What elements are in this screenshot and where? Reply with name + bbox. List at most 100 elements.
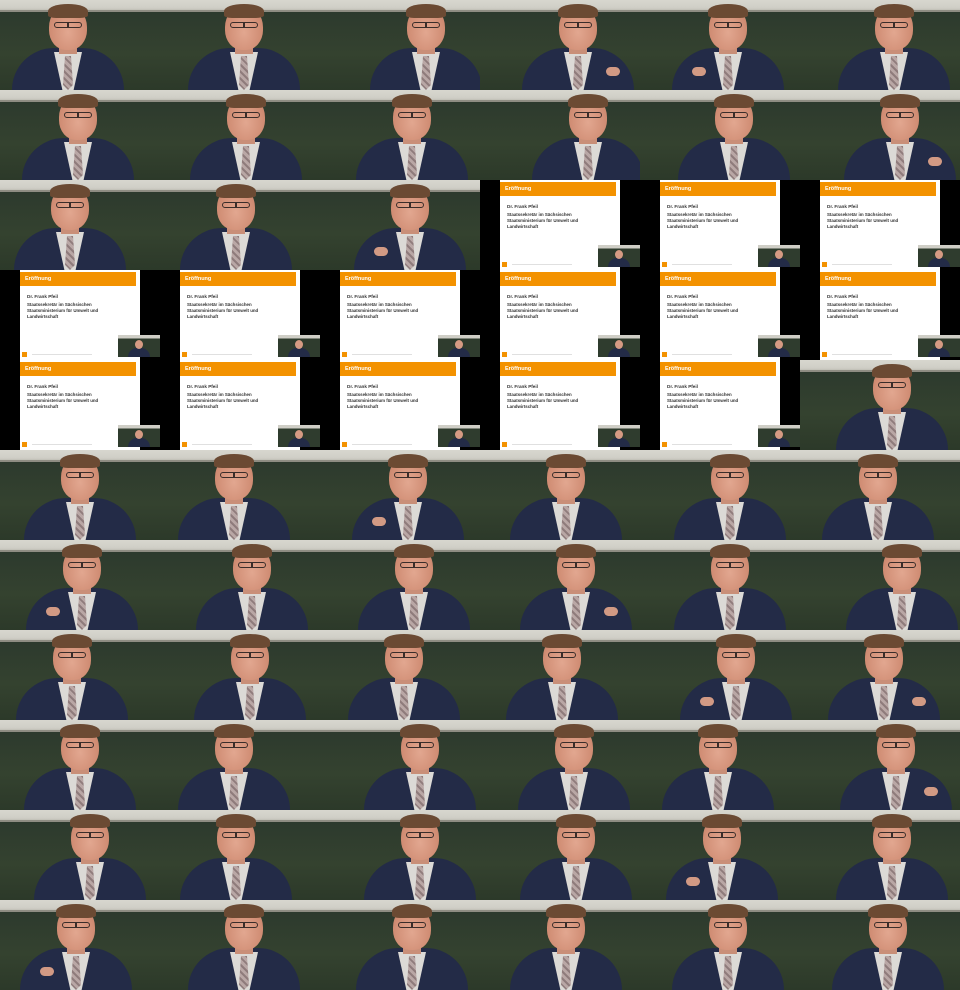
speaker-frame: [640, 0, 800, 90]
speaker-frame: [640, 450, 800, 540]
speaker-frame: [320, 630, 480, 720]
slide-logo-icon: [22, 442, 27, 447]
speaker-glasses: [398, 922, 426, 928]
speaker-figure: [180, 184, 292, 270]
speaker-hair: [714, 94, 754, 108]
speaker-frame: [320, 90, 480, 180]
slide-speaker-name: Dr. Frank Pfeil: [27, 294, 58, 299]
speaker-hand: [604, 607, 618, 616]
picture-in-picture-speaker: [598, 425, 640, 447]
picture-in-picture-speaker: [918, 245, 960, 267]
speaker-figure: [180, 814, 292, 900]
speaker-figure: [840, 724, 952, 810]
speaker-figure: [190, 94, 302, 180]
slide-speaker-role: Staatssekretär im Sächsischen Staatsmini…: [667, 212, 739, 229]
speaker-glasses: [552, 922, 580, 928]
speaker-figure: [506, 634, 618, 720]
speaker-hair: [710, 454, 750, 468]
speaker-hair: [716, 634, 756, 648]
speaker-figure: [510, 454, 622, 540]
speaker-glasses: [220, 472, 248, 478]
speaker-hair: [872, 814, 912, 828]
speaker-frame: [480, 810, 640, 900]
slide-footer: [352, 444, 412, 445]
slide-header: Eröffnung: [340, 272, 456, 286]
slide-logo-icon: [822, 352, 827, 357]
speaker-hair: [58, 94, 98, 108]
speaker-frame: [640, 630, 800, 720]
speaker-frame: [160, 180, 320, 270]
slide-footer: [32, 354, 92, 355]
slide-footer: [192, 444, 252, 445]
speaker-glasses: [878, 382, 906, 388]
pip-speaker-head: [135, 430, 143, 439]
slide-frame: Eröffnung Dr. Frank Pfeil Staatssekretär i…: [640, 360, 800, 450]
speaker-glasses: [704, 742, 732, 748]
speaker-hand: [40, 967, 54, 976]
speaker-frame: [320, 900, 480, 990]
slide-header: Eröffnung: [820, 272, 936, 286]
speaker-frame: [640, 540, 800, 630]
speaker-frame: [0, 0, 160, 90]
speaker-glasses: [230, 922, 258, 928]
pip-speaker-body: [608, 258, 630, 267]
slide-speaker-name: Dr. Frank Pfeil: [827, 204, 858, 209]
speaker-frame: [800, 90, 960, 180]
speaker-glasses: [574, 112, 602, 118]
picture-in-picture-speaker: [118, 335, 160, 357]
pip-speaker-body: [288, 438, 310, 447]
slide-speaker-name: Dr. Frank Pfeil: [27, 384, 58, 389]
speaker-hand: [912, 697, 926, 706]
speaker-frame: [480, 450, 640, 540]
slide-frame: Eröffnung Dr. Frank Pfeil Staatssekretär i…: [320, 360, 480, 450]
slide-header: Eröffnung: [820, 182, 936, 196]
slide-logo-icon: [22, 352, 27, 357]
slide-speaker-role: Staatssekretär im Sächsischen Staatsmini…: [27, 302, 99, 319]
speaker-glasses: [552, 472, 580, 478]
speaker-frame: [0, 180, 160, 270]
slide-frame: Eröffnung Dr. Frank Pfeil Staatssekretär i…: [160, 270, 320, 360]
speaker-hair: [864, 634, 904, 648]
picture-in-picture-speaker: [278, 425, 320, 447]
slide-header: Eröffnung: [20, 272, 136, 286]
speaker-glasses: [66, 742, 94, 748]
speaker-frame: [160, 630, 320, 720]
slide-frame: Eröffnung Dr. Frank Pfeil Staatssekretär i…: [800, 270, 960, 360]
speaker-figure: [356, 904, 468, 990]
slide-speaker-name: Dr. Frank Pfeil: [827, 294, 858, 299]
slide-header: Eröffnung: [180, 272, 296, 286]
speaker-glasses: [548, 652, 576, 658]
speaker-hair: [214, 724, 254, 738]
speaker-figure: [178, 724, 290, 810]
speaker-hair: [226, 94, 266, 108]
speaker-frame: [160, 0, 320, 90]
speaker-frame: [640, 900, 800, 990]
speaker-frame: [0, 810, 160, 900]
speaker-hair: [568, 94, 608, 108]
speaker-glasses: [222, 832, 250, 838]
picture-in-picture-speaker: [918, 335, 960, 357]
speaker-hair: [390, 184, 430, 198]
pip-speaker-body: [448, 438, 470, 447]
pip-speaker-head: [935, 340, 943, 349]
speaker-figure: [358, 544, 470, 630]
pip-speaker-head: [615, 340, 623, 349]
speaker-hair: [70, 814, 110, 828]
speaker-hair: [554, 724, 594, 738]
speaker-frame: [320, 810, 480, 900]
slide-logo-icon: [182, 442, 187, 447]
speaker-figure: [352, 454, 464, 540]
slide-footer: [352, 354, 412, 355]
speaker-hair: [546, 904, 586, 918]
slide-footer: [672, 444, 732, 445]
speaker-figure: [20, 904, 132, 990]
pip-speaker-head: [935, 250, 943, 259]
speaker-frame: [800, 0, 960, 90]
speaker-glasses: [714, 922, 742, 928]
speaker-frame: [0, 900, 160, 990]
pip-speaker-body: [768, 258, 790, 267]
speaker-frame: [800, 630, 960, 720]
speaker-glasses: [232, 112, 260, 118]
speaker-frame: [480, 540, 640, 630]
slide-speaker-name: Dr. Frank Pfeil: [347, 294, 378, 299]
